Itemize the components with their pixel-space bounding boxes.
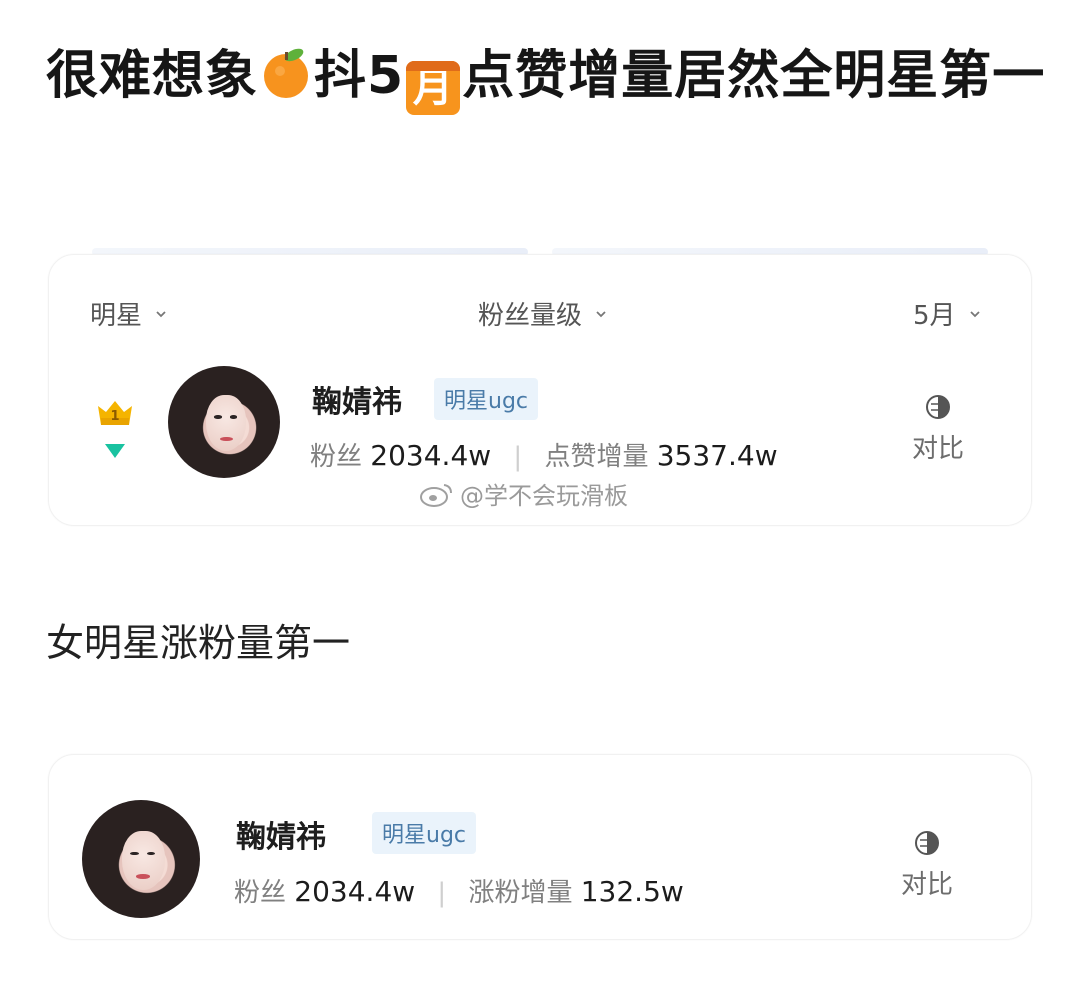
rank-number: 1 — [110, 409, 119, 424]
watermark-text: @学不会玩滑板 — [460, 482, 628, 510]
compare-label: 对比 — [912, 434, 965, 464]
fans-value: 2034.4w — [294, 875, 416, 908]
weibo-watermark: @学不会玩滑板 — [420, 476, 628, 511]
likes-increase-label: 点赞增量 — [544, 442, 649, 472]
post-headline: 很难想象 抖5 月点赞增量居然全明星第一 — [46, 36, 1046, 116]
filter-star-label: 明星 — [90, 301, 143, 331]
category-tag: 明星ugc — [434, 378, 539, 420]
compare-button[interactable]: 对比 — [901, 830, 953, 901]
fans-increase-label: 涨粉增量 — [468, 878, 573, 908]
filter-fans-level-label: 粉丝量级 — [478, 301, 583, 331]
chevron-down-icon — [596, 310, 606, 317]
chevron-down-icon — [156, 310, 166, 317]
orange-emoji-icon — [258, 44, 314, 100]
rank-trend-down-icon — [105, 444, 125, 458]
star-name[interactable]: 鞠婧祎 — [236, 812, 326, 856]
headline-text-1: 很难想象 — [46, 46, 259, 106]
headline-text-2: 抖5 — [314, 46, 405, 106]
stats-row: 粉丝 2034.4w | 涨粉增量 132.5w — [234, 875, 684, 908]
month-emoji-icon: 月 — [406, 61, 461, 115]
avatar[interactable] — [82, 800, 200, 918]
compare-icon — [926, 395, 950, 419]
weibo-logo-icon — [420, 483, 452, 507]
fans-label: 粉丝 — [234, 878, 287, 908]
compare-label: 对比 — [901, 870, 954, 900]
compare-button[interactable]: 对比 — [912, 394, 964, 465]
headline-text-3: 点赞增量居然全明星第一 — [462, 46, 1046, 106]
crown-rank-icon: 1 — [98, 401, 132, 425]
section-title: 女明星涨粉量第一 — [46, 621, 351, 665]
fans-label: 粉丝 — [310, 442, 363, 472]
stats-row: 粉丝 2034.4w | 点赞增量 3537.4w — [310, 439, 778, 472]
filter-month-label: 5月 — [913, 301, 956, 331]
compare-icon — [915, 831, 939, 855]
chevron-down-icon — [969, 310, 980, 317]
star-name[interactable]: 鞠婧祎 — [312, 377, 402, 421]
fans-increase-value: 132.5w — [580, 875, 684, 908]
category-tag: 明星ugc — [372, 812, 477, 854]
likes-increase-value: 3537.4w — [656, 439, 778, 472]
fans-value: 2034.4w — [370, 439, 492, 472]
avatar[interactable] — [168, 366, 280, 478]
filter-fans-level[interactable]: 粉丝量级 — [478, 295, 608, 332]
filter-month[interactable]: 5月 — [913, 295, 982, 332]
filter-star[interactable]: 明星 — [90, 295, 168, 332]
